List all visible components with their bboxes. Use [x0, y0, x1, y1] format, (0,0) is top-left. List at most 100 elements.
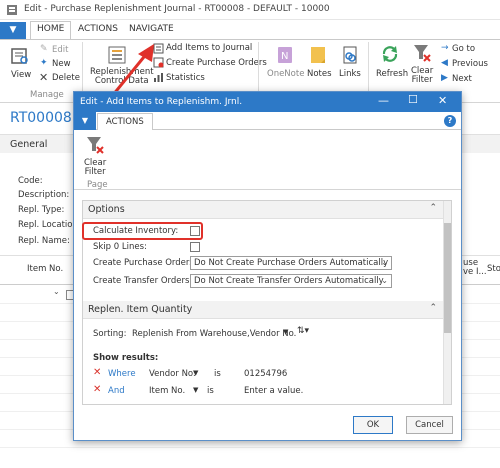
filter-field-dropdown-icon[interactable]: ▼ — [193, 386, 198, 394]
ribbon-separator — [82, 42, 83, 98]
tab-home[interactable]: HOME — [30, 21, 72, 39]
sorting-label: Sorting: — [93, 329, 127, 339]
delete-icon: ✕ — [39, 71, 49, 84]
minimize-icon[interactable]: — — [378, 94, 389, 107]
window-title-bar: Edit - Purchase Replenishment Journal - … — [0, 0, 500, 20]
links-button[interactable]: Links — [339, 69, 361, 79]
next-icon: ▶ — [441, 73, 448, 83]
skip-zero-lines-label: Skip 0 Lines: — [93, 242, 147, 252]
maximize-icon[interactable]: ☐ — [408, 93, 418, 106]
dialog-tab-actions[interactable]: ACTIONS — [97, 113, 153, 131]
grid-col-item-no[interactable]: Item No. — [27, 264, 63, 274]
dialog-file-button[interactable]: ▼ — [74, 112, 96, 130]
general-section-label: General — [10, 139, 48, 150]
grid-row — [0, 447, 500, 448]
dialog-title-bar: Edit - Add Items to Replenishm. Jrnl. — … — [74, 92, 461, 112]
repl-location-label: Repl. Location: — [18, 220, 81, 230]
show-results-label: Show results: — [93, 353, 159, 363]
window-title: Edit - Purchase Replenishment Journal - … — [24, 4, 330, 14]
filter-value[interactable]: 01254796 — [244, 369, 287, 379]
notes-button[interactable]: Notes — [307, 69, 332, 79]
create-transfer-orders-select[interactable]: Do Not Create Transfer Orders Automatica… — [190, 274, 392, 288]
view-button[interactable]: View — [11, 70, 31, 80]
refresh-icon[interactable] — [380, 44, 400, 64]
ribbon-separator — [368, 42, 369, 98]
tab-actions[interactable]: ACTIONS — [78, 24, 118, 34]
clear-filter-icon[interactable] — [412, 43, 432, 63]
filter-field-dropdown-icon[interactable]: ▼ — [193, 369, 198, 377]
code-label: Code: — [18, 176, 43, 186]
filter-conj: And — [108, 386, 125, 396]
ok-button[interactable]: OK — [353, 416, 393, 434]
view-icon[interactable] — [10, 46, 30, 66]
repl-name-label: Repl. Name: — [18, 236, 70, 246]
refresh-button[interactable]: Refresh — [376, 69, 408, 79]
create-purchase-orders-select[interactable]: Do Not Create Purchase Orders Automatica… — [190, 256, 392, 270]
create-transfer-orders-value: Do Not Create Transfer Orders Automatica… — [194, 276, 384, 286]
collapse-icon[interactable]: ⌃ — [429, 203, 437, 213]
filter-operator: is — [214, 369, 221, 379]
description-label: Description: — [18, 190, 70, 200]
close-icon[interactable]: ✕ — [438, 94, 447, 107]
create-purchase-orders-value: Do Not Create Purchase Orders Automatica… — [194, 258, 389, 268]
dialog-title: Edit - Add Items to Replenishm. Jrnl. — [80, 97, 243, 107]
create-purchase-orders-label: Create Purchase Orders: — [93, 258, 197, 268]
app-icon — [7, 5, 17, 15]
repl-type-label: Repl. Type: — [18, 205, 65, 215]
remove-filter-icon[interactable]: ✕ — [93, 384, 101, 395]
dialog-clear-filter-button[interactable]: Clear Filter — [84, 159, 106, 177]
options-section-label: Options — [88, 204, 125, 215]
filter-field[interactable]: Vendor No. — [149, 369, 196, 379]
add-items-dialog: Edit - Add Items to Replenishm. Jrnl. — … — [73, 91, 462, 441]
collapse-icon[interactable]: ⌃ — [429, 303, 437, 313]
filter-value[interactable]: Enter a value. — [244, 386, 303, 396]
add-items-to-journal-button[interactable]: Add Items to Journal — [166, 43, 252, 53]
remove-filter-icon[interactable]: ✕ — [93, 367, 101, 378]
ribbon-separator — [258, 42, 259, 98]
filter-operator: is — [207, 386, 214, 396]
options-section-header[interactable]: Options ⌃ — [83, 201, 443, 219]
previous-icon: ◀ — [441, 58, 448, 68]
edit-icon: ✎ — [40, 44, 48, 54]
replen-section-label: Replen. Item Quantity — [88, 304, 193, 315]
chevron-down-icon: ⌄ — [381, 276, 388, 285]
dialog-clear-filter-icon[interactable] — [85, 135, 105, 155]
replen-section-header[interactable]: Replen. Item Quantity ⌃ — [83, 301, 443, 319]
cancel-button[interactable]: Cancel — [406, 416, 453, 434]
manage-group-label: Manage — [30, 90, 64, 100]
filter-conj: Where — [108, 369, 136, 379]
links-icon[interactable] — [341, 45, 359, 65]
statistics-button[interactable]: Statistics — [166, 73, 205, 83]
filter-field[interactable]: Item No. — [149, 386, 185, 396]
page-group-label: Page — [87, 180, 108, 190]
create-purchase-orders-button[interactable]: Create Purchase Orders — [166, 58, 267, 68]
skip-zero-lines-checkbox[interactable] — [190, 242, 200, 252]
previous-button[interactable]: Previous — [452, 59, 488, 69]
new-icon: ✦ — [40, 58, 48, 68]
row-expand-icon[interactable]: ⌄ — [53, 287, 60, 296]
ribbon-tab-row — [0, 20, 500, 39]
go-to-icon: → — [441, 43, 449, 53]
sort-order-icon[interactable]: ⇅▾ — [297, 326, 309, 336]
sorting-value[interactable]: Replenish From Warehouse,Vendor No. — [132, 329, 296, 339]
next-button[interactable]: Next — [452, 74, 472, 84]
dialog-scrollbar-thumb[interactable] — [444, 223, 451, 333]
grid-col-warehouse[interactable]: use ve I... — [463, 259, 487, 277]
clear-filter-button[interactable]: Clear Filter — [411, 67, 433, 85]
grid-col-sto[interactable]: Sto — [487, 264, 500, 274]
onenote-icon[interactable]: N — [276, 45, 294, 65]
onenote-button[interactable]: OneNote — [267, 69, 304, 79]
go-to-button[interactable]: Go to — [452, 44, 475, 54]
tab-navigate[interactable]: NAVIGATE — [129, 24, 174, 34]
delete-button[interactable]: Delete — [52, 73, 80, 83]
create-transfer-orders-label: Create Transfer Orders: — [93, 276, 193, 286]
highlight-box — [82, 222, 203, 240]
svg-text:N: N — [281, 51, 288, 62]
edit-button[interactable]: Edit — [52, 45, 68, 55]
file-menu-button[interactable]: ▼ — [0, 22, 26, 39]
help-icon[interactable]: ? — [444, 115, 456, 127]
new-button[interactable]: New — [52, 59, 71, 69]
sorting-dropdown-icon[interactable]: ▼ — [283, 328, 288, 336]
notes-icon[interactable] — [309, 45, 327, 65]
chevron-down-icon: ⌄ — [381, 258, 388, 267]
